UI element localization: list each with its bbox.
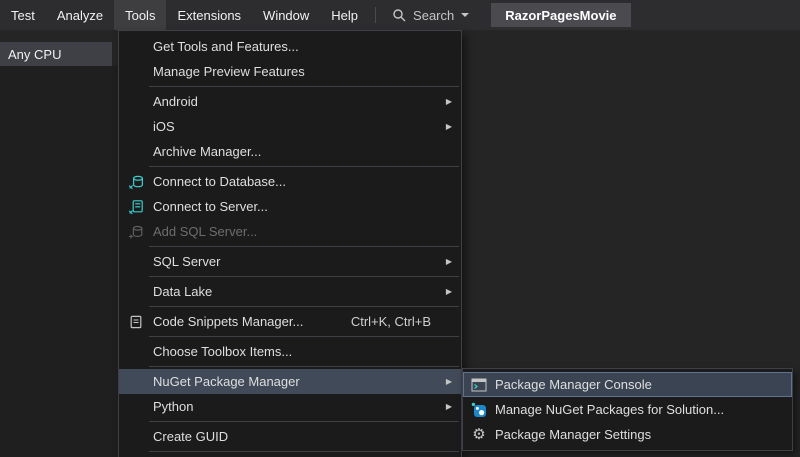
menu-item-nuget-package-manager[interactable]: NuGet Package Manager ▶ — [119, 369, 461, 394]
submenu-arrow-icon: ▶ — [441, 98, 457, 106]
menu-item-label: Android — [153, 94, 441, 109]
menu-separator — [149, 276, 459, 277]
search-box[interactable]: Search — [382, 0, 479, 30]
menu-window[interactable]: Window — [252, 0, 320, 30]
vs-window: Test Analyze Tools Extensions Window Hel… — [0, 0, 800, 457]
menu-item-label: Connect to Database... — [153, 174, 441, 189]
menu-item-label: Create GUID — [153, 429, 441, 444]
menu-separator — [149, 166, 459, 167]
menu-separator — [149, 366, 459, 367]
menu-item-label: Connect to Server... — [153, 199, 441, 214]
code-snippets-icon — [119, 314, 153, 330]
menu-bar: Test Analyze Tools Extensions Window Hel… — [0, 0, 800, 30]
menu-item-manage-nuget-packages-for-solution[interactable]: Manage NuGet Packages for Solution... — [463, 397, 792, 422]
menu-item-add-sql-server: Add SQL Server... — [119, 219, 461, 244]
menu-separator — [149, 451, 459, 452]
platform-combobox[interactable]: Any CPU — [0, 42, 112, 66]
menu-item-label: Package Manager Settings — [495, 427, 772, 442]
menu-item-label: Add SQL Server... — [153, 224, 441, 239]
menu-item-label: Python — [153, 399, 441, 414]
menubar-divider — [375, 7, 376, 23]
menu-item-create-guid[interactable]: Create GUID — [119, 424, 461, 449]
menu-item-label: Package Manager Console — [495, 377, 772, 392]
search-label: Search — [413, 8, 454, 23]
menu-item-label: SQL Server — [153, 254, 441, 269]
menu-item-label: Manage NuGet Packages for Solution... — [495, 402, 772, 417]
menu-separator — [149, 421, 459, 422]
menu-item-sql-server[interactable]: SQL Server ▶ — [119, 249, 461, 274]
nuget-submenu: Package Manager Console Manage NuGet Pac… — [462, 368, 793, 451]
menu-item-label: Choose Toolbox Items... — [153, 344, 441, 359]
menu-item-get-tools-and-features[interactable]: Get Tools and Features... — [119, 34, 461, 59]
menu-tools[interactable]: Tools — [114, 0, 166, 30]
submenu-arrow-icon: ▶ — [441, 123, 457, 131]
menu-item-label: iOS — [153, 119, 441, 134]
chevron-down-icon — [461, 13, 469, 17]
connect-server-icon — [119, 199, 153, 215]
menu-item-label: Archive Manager... — [153, 144, 441, 159]
menu-separator — [149, 336, 459, 337]
menu-analyze[interactable]: Analyze — [46, 0, 114, 30]
connect-database-icon — [119, 174, 153, 190]
menu-extensions[interactable]: Extensions — [166, 0, 252, 30]
menu-item-package-manager-settings[interactable]: ⚙ Package Manager Settings — [463, 422, 792, 447]
menu-item-label: Code Snippets Manager... — [153, 314, 351, 329]
menu-item-data-lake[interactable]: Data Lake ▶ — [119, 279, 461, 304]
menu-item-ios[interactable]: iOS ▶ — [119, 114, 461, 139]
menu-item-shortcut: Ctrl+K, Ctrl+B — [351, 314, 431, 329]
menu-item-connect-to-database[interactable]: Connect to Database... — [119, 169, 461, 194]
menu-item-manage-preview-features[interactable]: Manage Preview Features — [119, 59, 461, 84]
menu-help[interactable]: Help — [320, 0, 369, 30]
gear-icon: ⚙ — [463, 427, 495, 442]
left-panel-background — [0, 66, 118, 457]
menu-item-code-snippets-manager[interactable]: Code Snippets Manager... Ctrl+K, Ctrl+B — [119, 309, 461, 334]
menu-separator — [149, 246, 459, 247]
search-icon — [392, 8, 406, 22]
console-icon — [463, 378, 495, 392]
menu-item-label: NuGet Package Manager — [153, 374, 441, 389]
submenu-arrow-icon: ▶ — [441, 403, 457, 411]
menu-separator — [149, 306, 459, 307]
menu-item-connect-to-server[interactable]: Connect to Server... — [119, 194, 461, 219]
menu-item-label: Manage Preview Features — [153, 64, 441, 79]
menu-item-choose-toolbox-items[interactable]: Choose Toolbox Items... — [119, 339, 461, 364]
submenu-arrow-icon: ▶ — [441, 258, 457, 266]
menu-item-archive-manager[interactable]: Archive Manager... — [119, 139, 461, 164]
menu-item-package-manager-console[interactable]: Package Manager Console — [463, 372, 792, 397]
tools-menu: Get Tools and Features... Manage Preview… — [118, 30, 462, 457]
add-sql-server-icon — [119, 224, 153, 240]
project-badge[interactable]: RazorPagesMovie — [491, 3, 630, 27]
submenu-arrow-icon: ▶ — [441, 378, 457, 386]
submenu-arrow-icon: ▶ — [441, 288, 457, 296]
menu-item-label: Data Lake — [153, 284, 441, 299]
menu-item-python[interactable]: Python ▶ — [119, 394, 461, 419]
menu-separator — [149, 86, 459, 87]
menu-item-android[interactable]: Android ▶ — [119, 89, 461, 114]
nuget-icon — [463, 402, 495, 418]
menu-test[interactable]: Test — [0, 0, 46, 30]
menu-item-label: Get Tools and Features... — [153, 39, 441, 54]
platform-combobox-value: Any CPU — [8, 47, 61, 62]
